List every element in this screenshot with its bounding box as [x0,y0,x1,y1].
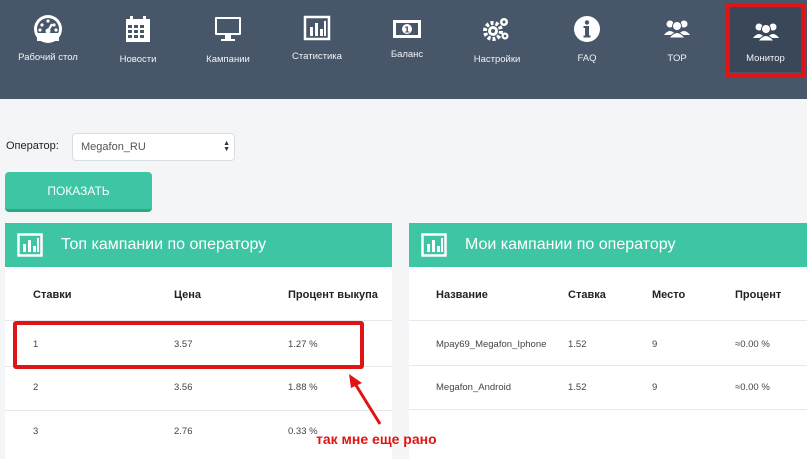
table-cell: ≈0.00 % [735,382,770,393]
show-button[interactable]: ПОКАЗАТЬ [5,172,152,212]
nav-label: Статистика [292,51,342,62]
column-header[interactable]: Название [436,289,488,301]
table-cell: 9 [652,339,658,350]
column-header[interactable]: Место [652,289,685,301]
column-header[interactable]: Цена [174,289,201,301]
bar-chart-icon [421,233,447,257]
operator-select[interactable]: Megafon_RU ▲ ▼ [72,133,235,161]
nav-item-faq[interactable]: FAQ [542,0,632,99]
nav-label: Рабочий стол [18,52,78,63]
column-header[interactable]: Ставка [568,289,606,301]
nav-item-campaigns[interactable]: Кампании [183,0,273,99]
nav-item-statistics[interactable]: Статистика [272,0,362,99]
nav-label: Баланс [390,49,424,60]
bar-chart-icon [303,15,331,41]
table-cell: 9 [652,382,658,393]
money-icon: 1 [393,20,421,38]
row-divider [409,365,807,366]
panel-header: Мои кампании по оператору [409,223,807,267]
top-navigation: Рабочий стол Новости Кампании Статистика… [0,0,807,99]
nav-label: FAQ [577,53,597,64]
table-cell: ≈0.00 % [735,339,770,350]
my-campaigns-panel: Мои кампании по оператору Название Ставк… [409,223,807,459]
table-cell: Megafon_Android [436,382,511,393]
info-icon [574,16,600,42]
row-divider [409,320,807,321]
nav-item-news[interactable]: Новости [93,0,183,99]
calendar-icon [126,16,150,42]
users-icon [664,20,690,39]
operator-label: Оператор: [6,140,59,152]
table-cell: 2 [33,382,39,393]
select-arrows-icon: ▲ ▼ [223,140,230,153]
nav-label: Новости [119,54,157,65]
nav-item-dashboard[interactable]: Рабочий стол [3,0,93,99]
table-cell: 1.52 [568,339,587,350]
gears-icon [483,18,509,41]
table-cell: 0.33 % [288,426,318,437]
table-cell: 1.88 % [288,382,318,393]
panel-title: Мои кампании по оператору [465,236,676,253]
table-cell: 3 [33,426,39,437]
row-divider [409,409,807,410]
panel-title: Топ кампании по оператору [61,236,267,253]
panel-header: Топ кампании по оператору [5,223,392,267]
nav-item-balance[interactable]: 1 Баланс [362,0,452,99]
highlight-frame-row [13,321,364,369]
row-divider [5,410,392,411]
table-cell: 3.56 [174,382,193,393]
monitor-icon [215,17,241,41]
highlight-frame-monitor [726,3,805,78]
column-header[interactable]: Процент [735,289,781,301]
annotation-arrow [349,374,382,425]
svg-text:1: 1 [404,26,410,35]
dashboard-gauge-icon [34,15,62,43]
table-cell: Mpay69_Megafon_Iphone [436,339,547,350]
operator-selected-value: Megafon_RU [81,141,146,153]
nav-label: Кампании [206,54,250,65]
bar-chart-icon [17,233,43,257]
nav-item-top[interactable]: TOP [632,0,722,99]
table-cell: 2.76 [174,426,193,437]
table-cell: 1.52 [568,382,587,393]
column-header[interactable]: Процент выкупа [288,289,378,301]
nav-item-settings[interactable]: Настройки [452,0,542,99]
annotation-note: так мне еще рано [316,431,437,447]
column-header[interactable]: Ставки [33,289,71,301]
nav-label: Настройки [473,54,521,65]
nav-label: TOP [667,53,687,64]
